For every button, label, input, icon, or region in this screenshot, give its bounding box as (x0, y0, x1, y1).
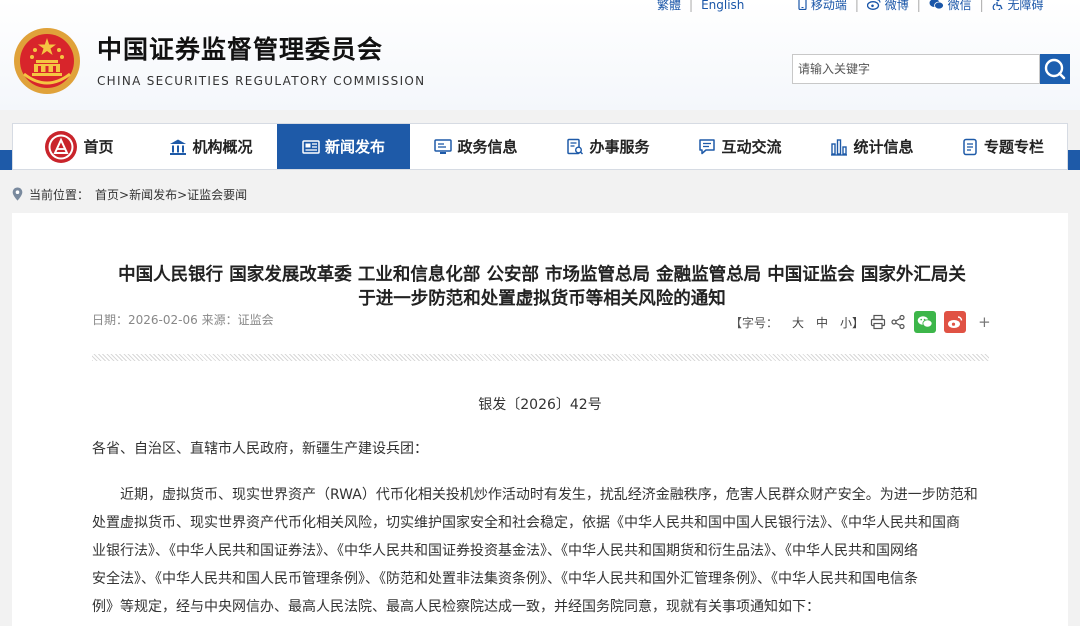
search-icon (1044, 58, 1066, 80)
font-size-small-button[interactable]: 小】 (840, 314, 864, 331)
source-label: 来源： (201, 313, 238, 327)
hatched-divider (92, 354, 989, 361)
breadcrumb-path[interactable]: 首页>新闻发布>证监会要闻 (95, 186, 247, 203)
english-link[interactable]: English (701, 0, 744, 12)
body-line: 近期，虚拟货币、现实世界资产（RWA）代币化相关投机炒作活动时有发生，扰乱经济金… (120, 487, 978, 503)
breadcrumb: 当前位置： 首页>新闻发布>证监会要闻 (12, 184, 247, 204)
share-icon[interactable] (890, 314, 906, 330)
nav-label: 首页 (83, 138, 114, 156)
document-number: 银发〔2026〕42号 (478, 397, 602, 413)
weibo-icon (866, 0, 881, 10)
date-label: 日期： (92, 313, 129, 327)
nav-item-home[interactable]: 首页 (13, 124, 145, 169)
salutation: 各省、自治区、直辖市人民政府，新疆生产建设兵团： (92, 441, 428, 457)
site-header: 繁體 | English 移动端 | 微博 | 微信 | 无障碍 中国证券监督管… (0, 0, 1080, 110)
divider: | (979, 0, 984, 12)
nav-item-statistics[interactable]: 统计信息 (806, 124, 938, 169)
nav-item-services[interactable]: 办事服务 (542, 124, 674, 169)
wechat-link[interactable]: 微信 (929, 0, 972, 12)
breadcrumb-label: 当前位置： (29, 187, 90, 202)
nav-item-organization[interactable]: 机构概况 (145, 124, 277, 169)
divider: | (854, 0, 859, 12)
print-icon[interactable] (870, 314, 886, 330)
nav-label: 统计信息 (853, 138, 914, 156)
nav-label: 专题专栏 (983, 138, 1044, 156)
mobile-icon (798, 0, 807, 11)
top-links-right: 移动端 | 微博 | 微信 | 无障碍 (798, 0, 1044, 12)
accessibility-icon (992, 0, 1003, 12)
accessibility-link[interactable]: 无障碍 (992, 0, 1044, 12)
mobile-link[interactable]: 移动端 (798, 0, 847, 12)
article-body: 近期，虚拟货币、现实世界资产（RWA）代币化相关投机炒作活动时有发生，扰乱经济金… (92, 481, 992, 621)
building-icon (170, 139, 187, 155)
font-size-medium-button[interactable]: 中 (816, 314, 828, 331)
wechat-icon (929, 0, 944, 10)
notebook-icon (963, 138, 977, 155)
nav-label: 新闻发布 (324, 138, 385, 156)
article-tools: 【字号： 大 中 小】 + (730, 311, 991, 333)
csrc-logo-icon (45, 130, 78, 163)
nav-label: 政务信息 (457, 138, 518, 156)
search-box (792, 54, 1040, 84)
article-title-line: 于进一步防范和处置虚拟货币等相关风险的通知 (358, 289, 726, 309)
site-title[interactable]: 中国证券监督管理委员会 (97, 30, 383, 66)
bar-chart-icon (831, 138, 848, 156)
weibo-link[interactable]: 微博 (866, 0, 909, 12)
body-line: 处置虚拟货币、现实世界资产代币化相关风险，切实维护国家安全和社会稳定，依据《中华… (92, 515, 960, 531)
nav-label: 办事服务 (589, 138, 650, 156)
font-size-label: 【字号： (730, 315, 779, 330)
article-source: 证监会 (237, 313, 274, 327)
divider: | (689, 0, 694, 12)
body-line: 安全法》、《中华人民共和国人民币管理条例》、《防范和处置非法集资条例》、《中华人… (92, 571, 918, 587)
body-line: 业银行法》、《中华人民共和国证券法》、《中华人民共和国证券投资基金法》、《中华人… (92, 543, 918, 559)
article-meta: 日期：2026-02-06 来源：证监会 (92, 311, 274, 328)
divider: | (916, 0, 921, 12)
main-nav: 首页 机构概况 新闻发布 政务信息 办事服务 互动交流 统计信息 专题专栏 (12, 123, 1068, 170)
traditional-chinese-link[interactable]: 繁體 (657, 0, 681, 12)
nav-item-news[interactable]: 新闻发布 (277, 124, 410, 169)
share-wechat-button[interactable] (914, 311, 937, 333)
more-share-button[interactable]: + (978, 313, 991, 331)
font-size-large-button[interactable]: 大 (792, 314, 804, 331)
wechat-icon (917, 316, 933, 328)
chat-icon (699, 138, 716, 154)
article-container: 中国人民银行 国家发展改革委 工业和信息化部 公安部 市场监管总局 金融监管总局… (12, 213, 1068, 626)
nav-label: 互动交流 (721, 138, 782, 156)
monitor-icon (434, 138, 453, 154)
search-button[interactable] (1040, 54, 1070, 84)
nav-item-special-topics[interactable]: 专题专栏 (938, 124, 1067, 169)
share-weibo-button[interactable] (944, 311, 967, 333)
location-pin-icon (12, 187, 23, 201)
site-subtitle: CHINA SECURITIES REGULATORY COMMISSION (97, 74, 426, 88)
nav-item-interaction[interactable]: 互动交流 (674, 124, 806, 169)
nav-label: 机构概况 (192, 138, 253, 156)
nav-item-government-info[interactable]: 政务信息 (410, 124, 542, 169)
national-emblem-icon[interactable] (12, 26, 82, 96)
weibo-icon (948, 316, 963, 328)
article-date: 2026-02-06 (128, 313, 198, 327)
search-input[interactable] (793, 55, 1039, 83)
document-search-icon (567, 138, 584, 155)
newspaper-icon (302, 139, 320, 154)
top-links-left: 繁體 | English (657, 0, 744, 12)
article-title: 中国人民银行 国家发展改革委 工业和信息化部 公安部 市场监管总局 金融监管总局… (72, 263, 1012, 311)
article-title-line: 中国人民银行 国家发展改革委 工业和信息化部 公安部 市场监管总局 金融监管总局… (118, 265, 966, 285)
body-line: 例》等规定，经与中央网信办、最高人民法院、最高人民检察院达成一致，并经国务院同意… (92, 599, 820, 615)
